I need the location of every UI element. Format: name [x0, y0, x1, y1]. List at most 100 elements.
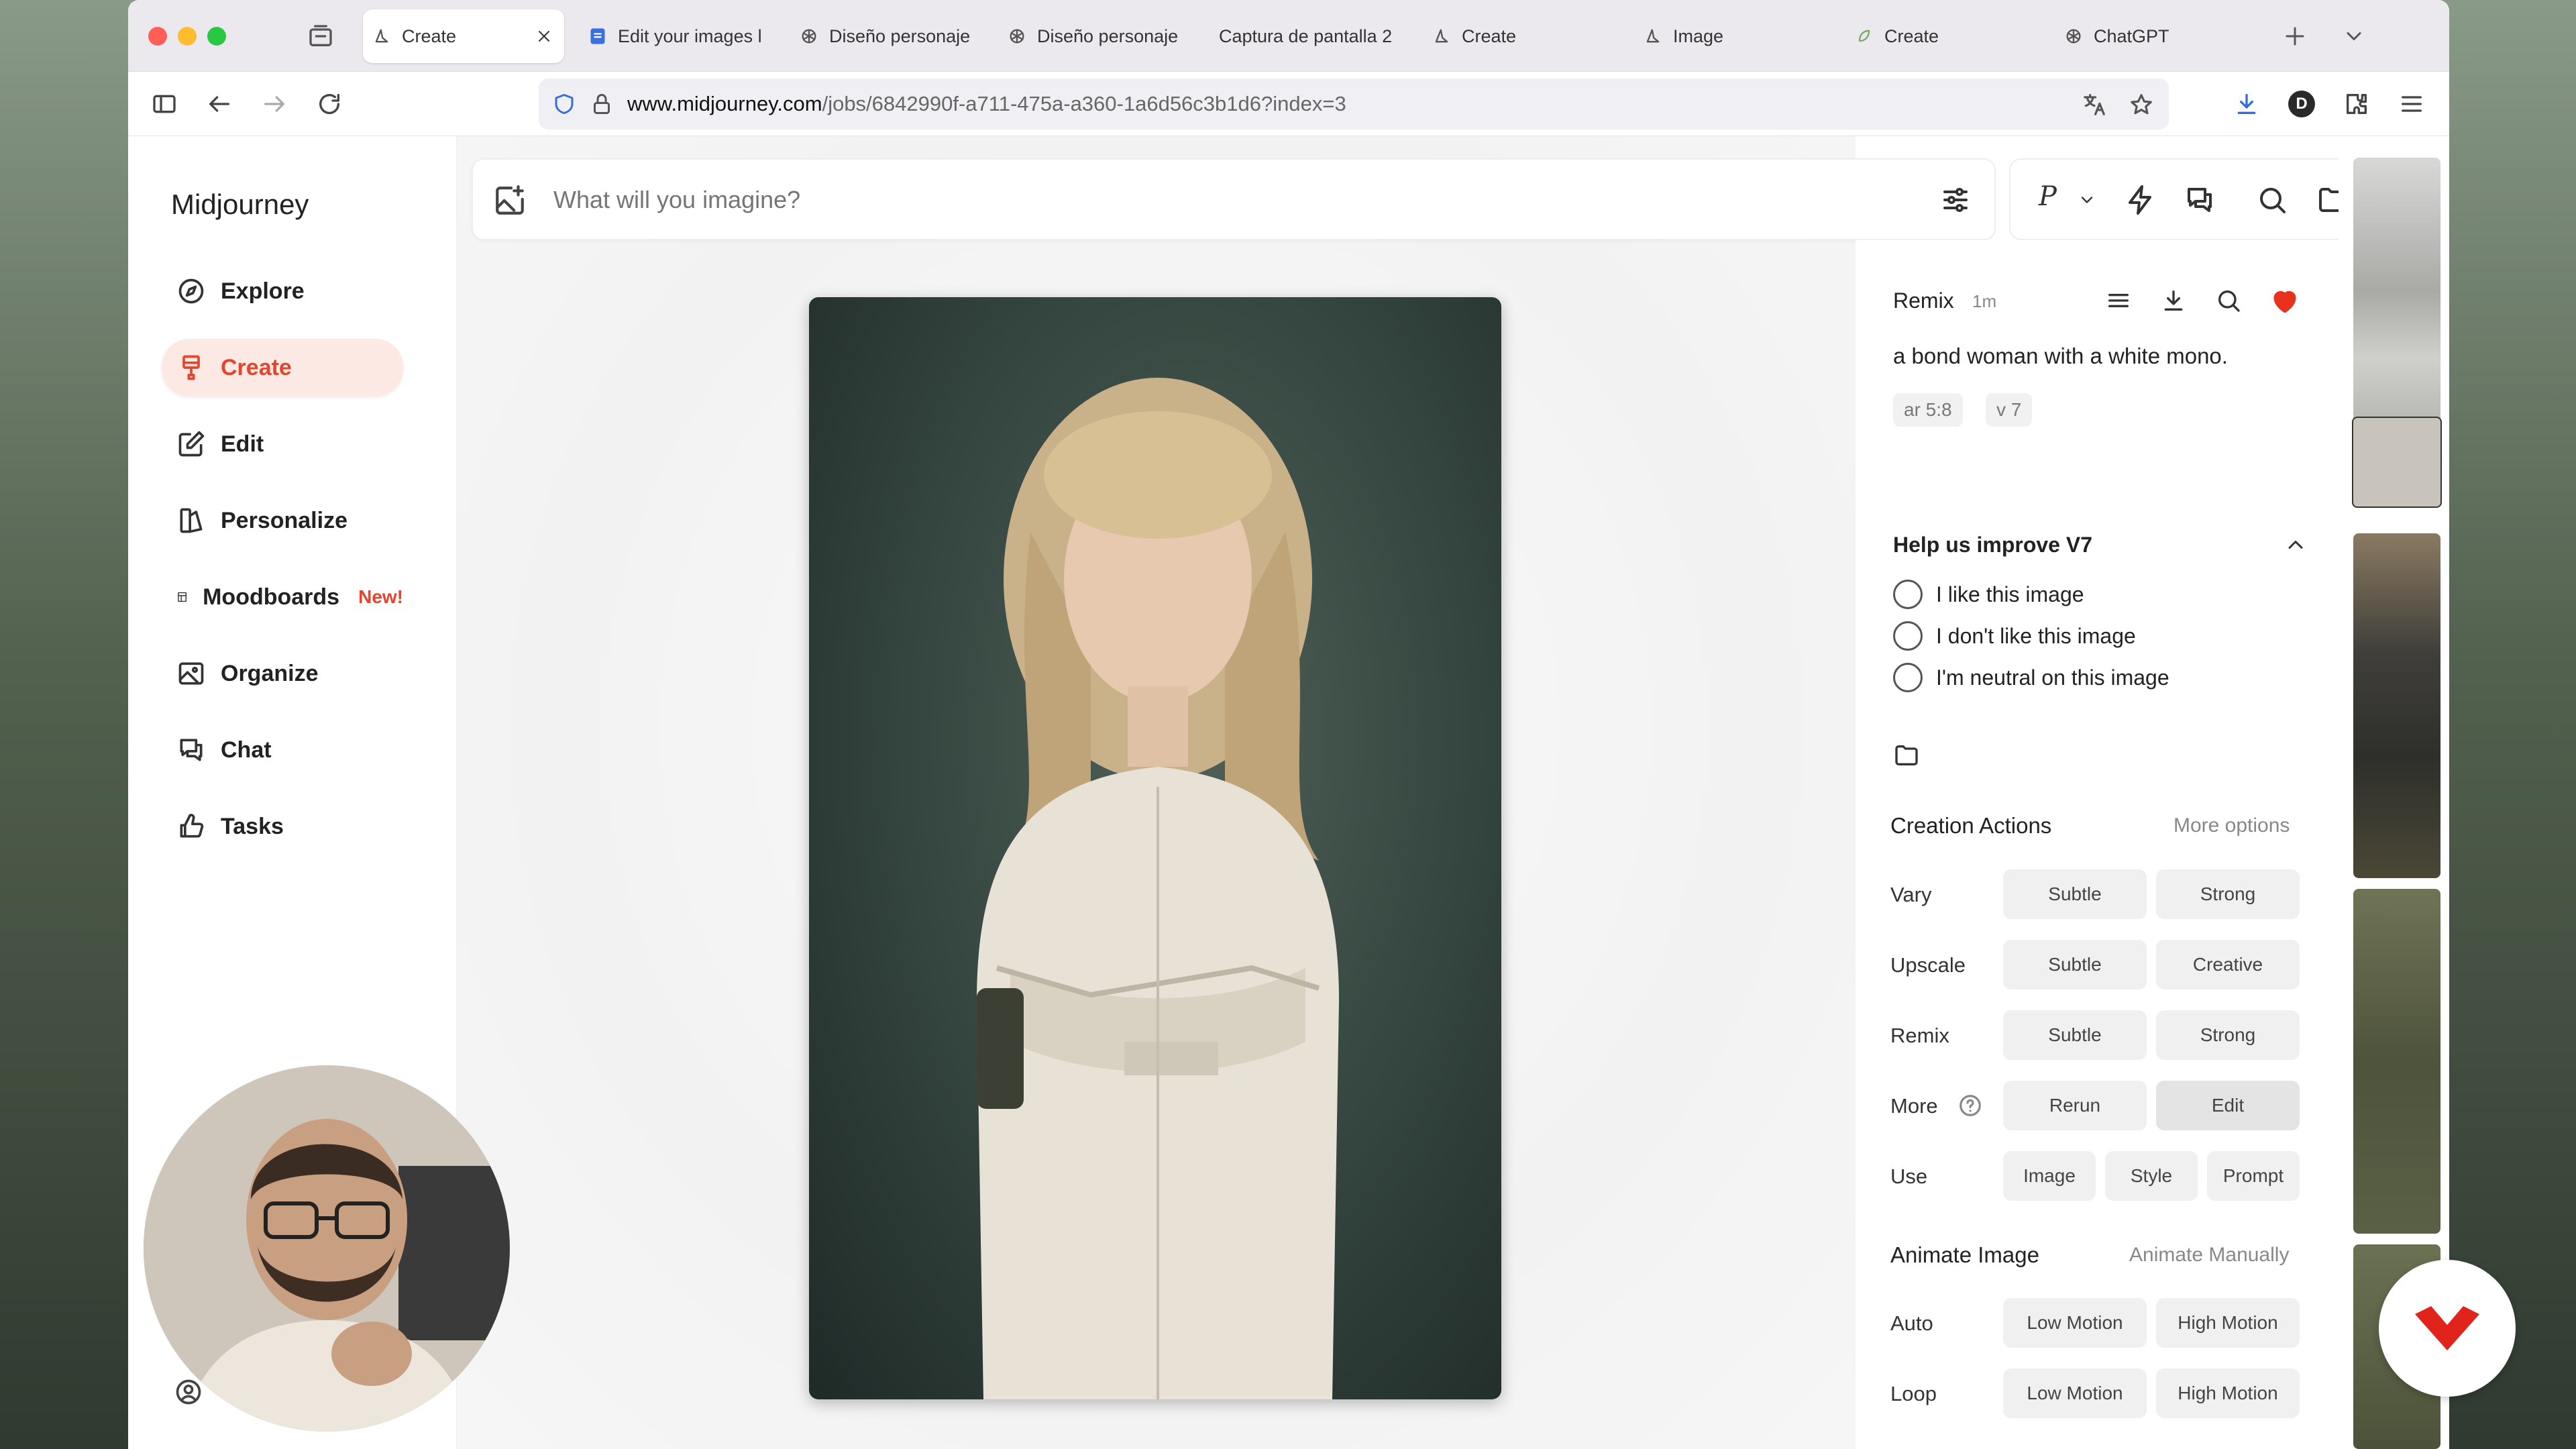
use-style-button[interactable]: Style	[2105, 1151, 2198, 1201]
translate-icon[interactable]	[2082, 92, 2107, 117]
loop-low-motion-button[interactable]: Low Motion	[2003, 1368, 2147, 1418]
channel-logo	[2379, 1260, 2516, 1397]
sidebar-item-label: Tasks	[221, 813, 284, 839]
remix-strong-button[interactable]: Strong	[2156, 1010, 2300, 1060]
folder-icon[interactable]	[1893, 742, 1920, 769]
chevron-up-icon[interactable]	[2284, 533, 2308, 557]
leaf-icon	[1855, 27, 1874, 46]
back-icon[interactable]	[206, 91, 233, 117]
personalize-p-icon[interactable]: P	[2039, 181, 2057, 212]
edit-button[interactable]: Edit	[2156, 1081, 2300, 1130]
more-options-link[interactable]: More options	[2174, 814, 2290, 837]
lightning-icon[interactable]	[2125, 184, 2157, 216]
auto-low-motion-button[interactable]: Low Motion	[2003, 1298, 2147, 1348]
sidebar-item-edit[interactable]: Edit	[162, 415, 403, 473]
openai-icon	[1008, 27, 1026, 46]
close-tab-icon[interactable]	[536, 28, 552, 44]
account-icon[interactable]	[174, 1377, 203, 1407]
sidebar-item-tasks[interactable]: Tasks	[162, 798, 403, 855]
profile-avatar[interactable]: D	[2288, 91, 2315, 117]
close-window-button[interactable]	[148, 27, 167, 46]
rerun-button[interactable]: Rerun	[2003, 1081, 2147, 1130]
tab-diseno-2[interactable]: Diseño personaje	[998, 9, 1193, 63]
upscale-subtle-button[interactable]: Subtle	[2003, 940, 2147, 989]
extensions-icon[interactable]	[2343, 91, 2370, 117]
sidebar-item-label: Edit	[221, 431, 264, 457]
tab-create-active[interactable]: Create	[363, 9, 564, 63]
help-icon[interactable]	[1957, 1093, 1983, 1118]
moodboard-icon	[176, 582, 188, 612]
tab-label: ChatGPT	[2094, 25, 2169, 46]
sidebar-item-personalize[interactable]: Personalize	[162, 492, 403, 549]
generated-image[interactable]	[809, 297, 1501, 1399]
chevron-down-icon[interactable]	[2078, 191, 2096, 209]
tab-diseno-1[interactable]: Diseño personaje	[790, 9, 985, 63]
remix-label: Remix	[1893, 288, 1954, 313]
feedback-option-label: I'm neutral on this image	[1936, 665, 2169, 690]
tab-image[interactable]: Image	[1634, 9, 1829, 63]
prompt-input[interactable]	[553, 180, 1828, 220]
feedback-radio-like[interactable]	[1893, 580, 1923, 609]
chevron-down-icon[interactable]	[2342, 24, 2366, 48]
minimize-window-button[interactable]	[178, 27, 197, 46]
reload-icon[interactable]	[316, 91, 343, 117]
thumbnail-set-2[interactable]	[2353, 533, 2440, 878]
remix-action-label: Remix	[1890, 1024, 1949, 1047]
loop-high-motion-button[interactable]: High Motion	[2156, 1368, 2300, 1418]
param-chip-ar[interactable]: ar 5:8	[1893, 393, 1963, 427]
portrait-illustration	[977, 378, 1339, 1399]
feedback-option-label: I don't like this image	[1936, 624, 2136, 648]
download-icon[interactable]	[2233, 91, 2260, 117]
tab-chatgpt[interactable]: ChatGPT	[2055, 9, 2249, 63]
search-icon[interactable]	[2256, 184, 2288, 216]
param-chip-version[interactable]: v 7	[1986, 393, 2033, 427]
menu-icon[interactable]	[2398, 91, 2425, 117]
feedback-radio-neutral[interactable]	[1893, 663, 1923, 692]
tab-create-2[interactable]: Create	[1423, 9, 1617, 63]
chat-bubbles-icon[interactable]	[2184, 184, 2216, 216]
tab-label: Diseño personaje	[1037, 25, 1179, 46]
star-icon[interactable]	[2129, 92, 2154, 117]
upscale-creative-button[interactable]: Creative	[2156, 940, 2300, 989]
prompt-text[interactable]: a bond woman with a white mono.	[1893, 343, 2228, 369]
maximize-window-button[interactable]	[207, 27, 226, 46]
brand-logo[interactable]: Midjourney	[171, 189, 309, 221]
list-icon[interactable]	[2105, 287, 2132, 314]
url-path: /jobs/6842990f-a711-475a-a360-1a6d56c3b1…	[822, 92, 1346, 115]
new-badge: New!	[358, 586, 403, 607]
thumbnail-selected[interactable]	[2352, 417, 2442, 508]
new-tab-icon[interactable]	[2283, 24, 2307, 48]
sidebar-item-create[interactable]: Create	[162, 339, 403, 396]
use-prompt-button[interactable]: Prompt	[2207, 1151, 2300, 1201]
add-image-icon[interactable]	[493, 184, 527, 217]
tab-captura[interactable]: Captura de pantalla 2	[1210, 9, 1411, 63]
sidebar-item-label: Chat	[221, 737, 272, 763]
feedback-radio-dislike[interactable]	[1893, 621, 1923, 651]
animate-manually-link[interactable]: Animate Manually	[2129, 1244, 2289, 1267]
vary-strong-button[interactable]: Strong	[2156, 869, 2300, 919]
remix-subtle-button[interactable]: Subtle	[2003, 1010, 2147, 1060]
use-image-button[interactable]: Image	[2003, 1151, 2096, 1201]
auto-high-motion-button[interactable]: High Motion	[2156, 1298, 2300, 1348]
tab-label: Image	[1673, 25, 1724, 46]
sidebar-toggle-icon[interactable]	[151, 91, 178, 117]
sidebar-item-moodboards[interactable]: Moodboards New!	[162, 568, 403, 626]
search-similar-icon[interactable]	[2215, 287, 2242, 314]
sidebar-item-explore[interactable]: Explore	[162, 262, 403, 320]
download-icon[interactable]	[2160, 287, 2187, 314]
tab-create-3[interactable]: Create	[1845, 9, 2040, 63]
settings-sliders-icon[interactable]	[1939, 184, 1972, 216]
sidebar-item-organize[interactable]: Organize	[162, 645, 403, 702]
address-bar[interactable]: www.midjourney.com/jobs/6842990f-a711-47…	[539, 78, 2169, 129]
forward-icon[interactable]	[261, 91, 288, 117]
brush-icon	[176, 353, 206, 382]
vary-subtle-button[interactable]: Subtle	[2003, 869, 2147, 919]
tab-overview-icon[interactable]	[307, 23, 334, 50]
creation-actions-title: Creation Actions	[1890, 813, 2052, 838]
image-icon	[176, 659, 206, 688]
tab-edit-images[interactable]: Edit your images l	[579, 9, 767, 63]
details-panel: Remix 1m a bond woman with a white mono.…	[1856, 240, 2339, 1449]
sidebar-item-chat[interactable]: Chat	[162, 721, 403, 779]
heart-icon[interactable]	[2270, 286, 2300, 315]
thumbnail-set-3[interactable]	[2353, 889, 2440, 1234]
